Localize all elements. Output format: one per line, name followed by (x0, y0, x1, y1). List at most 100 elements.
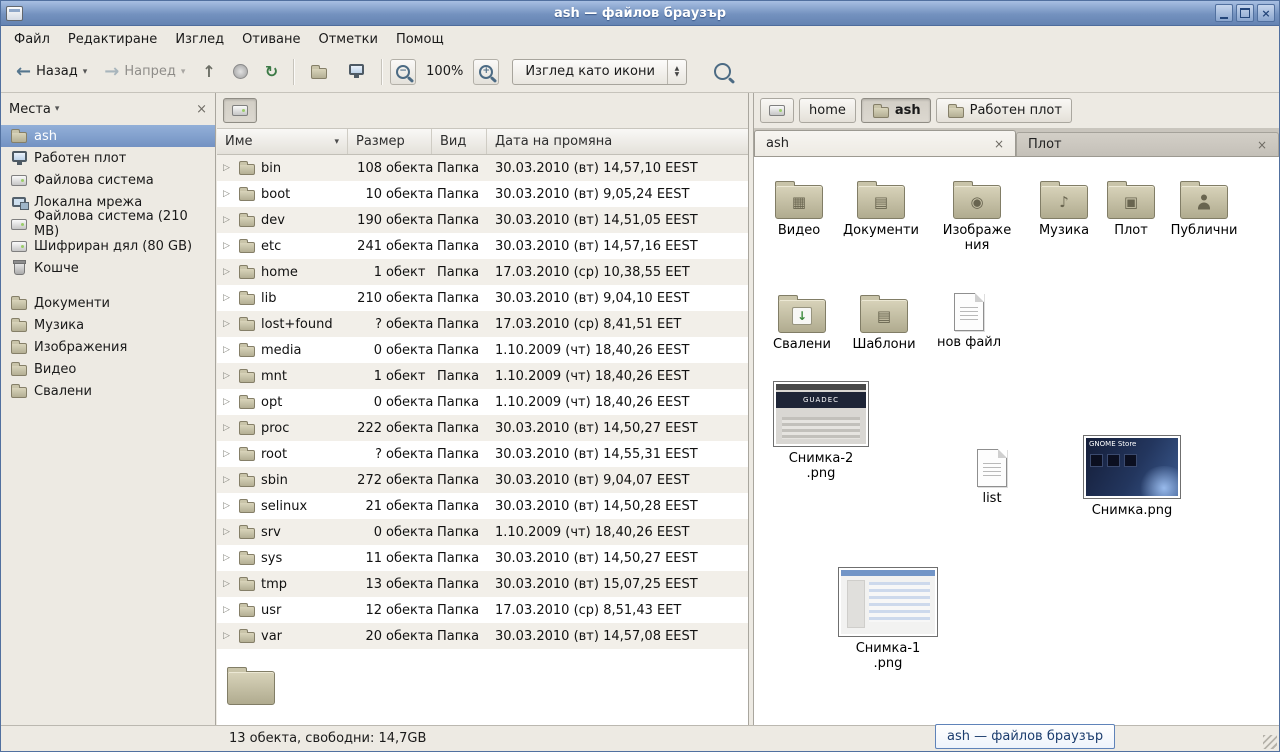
close-button[interactable]: × (1257, 4, 1275, 22)
sidebar-item[interactable]: Изображения (1, 336, 215, 358)
expander-icon[interactable]: ▷ (223, 293, 233, 303)
computer-button[interactable] (339, 57, 373, 87)
icon-view-item[interactable]: ▦Видео (760, 179, 838, 238)
file-row[interactable]: ▷srv0обектаПапка1.10.2009 (чт) 18,40,26 … (217, 519, 748, 545)
expander-icon[interactable]: ▷ (223, 475, 233, 485)
tab-close-icon[interactable]: × (1245, 138, 1267, 152)
search-button[interactable] (700, 58, 746, 86)
expander-icon[interactable]: ▷ (223, 423, 233, 433)
expander-icon[interactable]: ▷ (223, 319, 233, 329)
expander-icon[interactable]: ▷ (223, 397, 233, 407)
file-row[interactable]: ▷lib210обектаПапка30.03.2010 (вт) 9,04,1… (217, 285, 748, 311)
expander-icon[interactable]: ▷ (223, 371, 233, 381)
file-row[interactable]: ▷opt0обектаПапка1.10.2009 (чт) 18,40,26 … (217, 389, 748, 415)
expander-icon[interactable]: ▷ (223, 267, 233, 277)
zoom-in-button[interactable]: + (473, 59, 499, 85)
file-row[interactable]: ▷sys11обектаПапка30.03.2010 (вт) 14,50,2… (217, 545, 748, 571)
file-row[interactable]: ▷selinux21обектаПапка30.03.2010 (вт) 14,… (217, 493, 748, 519)
expander-icon[interactable]: ▷ (223, 553, 233, 563)
sidebar-item[interactable]: Видео (1, 358, 215, 380)
expander-icon[interactable]: ▷ (223, 189, 233, 199)
icon-view-item[interactable]: Снимка-1.png (836, 567, 940, 671)
file-row[interactable]: ▷tmp13обектаПапка30.03.2010 (вт) 15,07,2… (217, 571, 748, 597)
reload-button[interactable]: ↻ (258, 57, 285, 87)
file-row[interactable]: ▷media0обектаПапка1.10.2009 (чт) 18,40,2… (217, 337, 748, 363)
icon-view-item[interactable]: ↓Свалени (762, 293, 842, 352)
path-button[interactable]: home (799, 98, 856, 123)
column-header-modified[interactable]: Дата на промяна (487, 129, 748, 154)
file-row[interactable]: ▷boot10обектаПапка30.03.2010 (вт) 9,05,2… (217, 181, 748, 207)
sidebar-item[interactable]: Документи (1, 292, 215, 314)
file-row[interactable]: ▷sbin272обектаПапка30.03.2010 (вт) 9,04,… (217, 467, 748, 493)
sidebar-item[interactable]: Шифриран дял (80 GB) (1, 235, 215, 257)
titlebar[interactable]: ash — файлов браузър × (1, 1, 1279, 26)
stop-button[interactable] (226, 57, 255, 87)
sidebar-item[interactable]: Свалени (1, 380, 215, 402)
tab[interactable]: ash× (754, 130, 1016, 156)
places-dropdown-icon[interactable]: ▾ (55, 104, 60, 114)
resize-grip[interactable] (1263, 735, 1277, 749)
forward-dropdown-icon[interactable]: ▾ (181, 67, 186, 77)
view-mode-select[interactable]: Изглед като икони ▲▼ (512, 59, 687, 85)
column-header-name[interactable]: Име▾ (217, 129, 348, 154)
file-row[interactable]: ▷usr12обектаПапка17.03.2010 (ср) 8,51,43… (217, 597, 748, 623)
file-row[interactable]: ▷dev190обектаПапка30.03.2010 (вт) 14,51,… (217, 207, 748, 233)
expander-icon[interactable]: ▷ (223, 527, 233, 537)
forward-button[interactable]: → Напред ▾ (97, 57, 192, 87)
file-row[interactable]: ▷mnt1обектПапка1.10.2009 (чт) 18,40,26 E… (217, 363, 748, 389)
path-button[interactable]: Работен плот (936, 98, 1072, 123)
menubar-item[interactable]: Редактиране (59, 29, 166, 50)
expander-icon[interactable]: ▷ (223, 345, 233, 355)
expander-icon[interactable]: ▷ (223, 579, 233, 589)
sidebar-item[interactable]: Кошче (1, 257, 215, 279)
icon-view-item[interactable]: GNOME StoreСнимка.png (1080, 435, 1184, 518)
minimize-button[interactable] (1215, 4, 1233, 22)
places-close-icon[interactable]: × (196, 102, 207, 117)
sidebar-item[interactable]: Работен плот (1, 147, 215, 169)
expander-icon[interactable]: ▷ (223, 449, 233, 459)
icon-view-item[interactable]: Публични (1162, 179, 1246, 238)
icon-view[interactable]: ▦Видео▤Документи◉Изображения♪Музика▣Плот… (754, 157, 1279, 725)
tab[interactable]: Плот× (1016, 132, 1279, 156)
file-row[interactable]: ▷bin108обектаПапка30.03.2010 (вт) 14,57,… (217, 155, 748, 181)
places-title[interactable]: Места (9, 102, 51, 117)
icon-view-item[interactable]: ◉Изображения (930, 179, 1024, 253)
up-button[interactable]: ↑ (195, 57, 222, 87)
expander-icon[interactable]: ▷ (223, 501, 233, 511)
expander-icon[interactable]: ▷ (223, 605, 233, 615)
file-row[interactable]: ▷root?обектаПапка30.03.2010 (вт) 14,55,3… (217, 441, 748, 467)
menubar-item[interactable]: Отиване (233, 29, 309, 50)
sidebar-item[interactable]: Файлова система (1, 169, 215, 191)
file-row[interactable]: ▷etc241обектаПапка30.03.2010 (вт) 14,57,… (217, 233, 748, 259)
icon-view-item[interactable]: нов файл (929, 293, 1009, 350)
icon-view-item[interactable]: ▣Плот (1098, 179, 1164, 238)
icon-view-item[interactable]: list (952, 449, 1032, 506)
icon-view-item[interactable]: ▤Документи (838, 179, 924, 238)
expander-icon[interactable]: ▷ (223, 241, 233, 251)
path-root-button[interactable] (760, 98, 794, 123)
sidebar-item[interactable]: Музика (1, 314, 215, 336)
file-row[interactable]: ▷proc222обектаПапка30.03.2010 (вт) 14,50… (217, 415, 748, 441)
sidebar-item[interactable]: Файлова система (210 MB) (1, 213, 215, 235)
back-button[interactable]: ← Назад ▾ (9, 57, 94, 87)
path-button[interactable]: ash (861, 98, 931, 123)
combo-arrows-icon[interactable]: ▲▼ (667, 60, 686, 84)
menubar-item[interactable]: Помощ (387, 29, 453, 50)
file-row[interactable]: ▷var20обектаПапка30.03.2010 (вт) 14,57,0… (217, 623, 748, 649)
menubar-item[interactable]: Файл (5, 29, 59, 50)
icon-view-item[interactable]: ♪Музика (1022, 179, 1106, 238)
maximize-button[interactable] (1236, 4, 1254, 22)
icon-view-item[interactable]: ▤Шаблони (844, 293, 924, 352)
menubar-item[interactable]: Отметки (309, 29, 386, 50)
zoom-level[interactable]: 100% (426, 64, 463, 79)
zoom-out-button[interactable]: − (390, 59, 416, 85)
back-dropdown-icon[interactable]: ▾ (83, 67, 88, 77)
column-header-size[interactable]: Размер (348, 129, 432, 154)
file-row[interactable]: ▷home1обектПапка17.03.2010 (ср) 10,38,55… (217, 259, 748, 285)
tab-close-icon[interactable]: × (982, 137, 1004, 151)
expander-icon[interactable]: ▷ (223, 215, 233, 225)
column-header-type[interactable]: Вид (432, 129, 487, 154)
home-button[interactable] (302, 57, 336, 87)
sidebar-item[interactable]: ash (1, 125, 215, 147)
file-row[interactable]: ▷lost+found?обектаПапка17.03.2010 (ср) 8… (217, 311, 748, 337)
